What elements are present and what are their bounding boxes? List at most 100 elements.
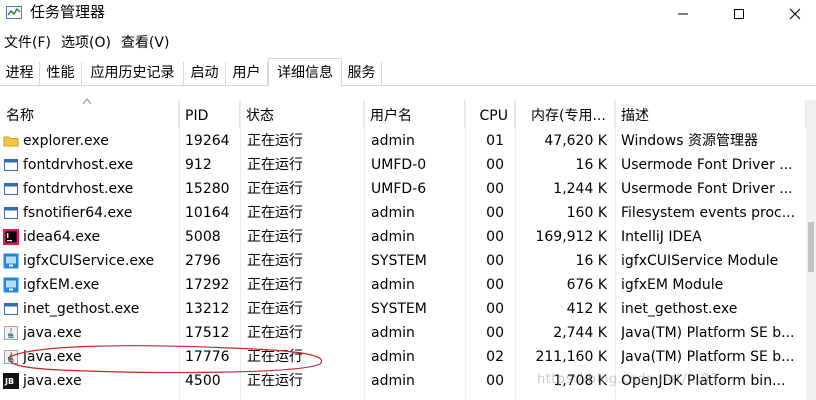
process-memory: 169,912 K <box>535 229 607 245</box>
tab-services[interactable]: 服务 <box>342 62 382 86</box>
process-status: 正在运行 <box>247 349 303 365</box>
menu-options[interactable]: 选项(O) <box>57 30 117 56</box>
column-header-status[interactable]: 状态 <box>240 100 364 128</box>
process-pid: 19264 <box>185 133 230 149</box>
process-description: Usermode Font Driver ... <box>621 181 793 197</box>
menu-file[interactable]: 文件(F) <box>0 30 57 56</box>
process-description: Usermode Font Driver ... <box>621 157 793 173</box>
process-list: explorer.exe 19264 正在运行 admin 01 47,620 … <box>0 129 806 393</box>
process-name: java.exe <box>23 349 82 365</box>
process-memory: 412 K <box>566 301 607 317</box>
process-user: UMFD-6 <box>371 181 427 197</box>
table-row[interactable]: igfxEM.exe 17292 正在运行 admin 00 676 K igf… <box>0 273 806 297</box>
process-name: java.exe <box>23 373 82 389</box>
process-description: IntelliJ IDEA <box>621 229 702 245</box>
process-name: igfxCUIService.exe <box>23 253 155 269</box>
process-user: admin <box>371 325 415 341</box>
table-row[interactable]: explorer.exe 19264 正在运行 admin 01 47,620 … <box>0 129 806 153</box>
process-name: explorer.exe <box>23 133 109 149</box>
close-icon <box>789 8 801 20</box>
process-user: UMFD-0 <box>371 157 427 173</box>
process-status: 正在运行 <box>247 133 303 149</box>
tab-startup[interactable]: 启动 <box>184 62 226 86</box>
process-status: 正在运行 <box>247 253 303 269</box>
vertical-scrollbar[interactable] <box>806 100 816 400</box>
menu-view[interactable]: 查看(V) <box>117 30 176 56</box>
process-status: 正在运行 <box>247 325 303 341</box>
details-column-header: 名称 PID 状态 用户名 CPU 内存(专用... 描述 <box>0 100 806 128</box>
table-row[interactable]: idea64.exe 5008 正在运行 admin 00 169,912 K … <box>0 225 806 249</box>
maximize-icon <box>734 9 744 19</box>
process-description: igfxCUIService Module <box>621 253 779 269</box>
scrollbar-thumb[interactable] <box>808 222 814 272</box>
column-header-memory[interactable]: 内存(专用... <box>515 100 615 128</box>
window-title: 任务管理器 <box>30 3 106 21</box>
column-header-cpu[interactable]: CPU <box>465 100 515 128</box>
process-cpu: 00 <box>486 229 504 245</box>
process-description: Java(TM) Platform SE b... <box>621 325 795 341</box>
process-status: 正在运行 <box>247 205 303 221</box>
process-memory: 676 K <box>566 277 607 293</box>
process-cpu: 00 <box>486 277 504 293</box>
process-description: Java(TM) Platform SE b... <box>621 349 795 365</box>
table-row[interactable]: java.exe 17776 正在运行 admin 02 211,160 K J… <box>0 345 806 369</box>
process-cpu: 00 <box>486 325 504 341</box>
tab-details[interactable]: 详细信息 <box>268 58 342 87</box>
intellij-icon <box>3 229 19 245</box>
table-row[interactable]: java.exe 17512 正在运行 admin 00 2,744 K Jav… <box>0 321 806 345</box>
process-status: 正在运行 <box>247 157 303 173</box>
column-header-description[interactable]: 描述 <box>615 100 806 128</box>
column-header-name[interactable]: 名称 <box>0 100 179 128</box>
maximize-button[interactable] <box>716 0 762 28</box>
table-row[interactable]: fontdrvhost.exe 15280 正在运行 UMFD-6 00 1,2… <box>0 177 806 201</box>
jdk-icon: JB <box>3 373 19 389</box>
process-pid: 17292 <box>185 277 230 293</box>
process-cpu: 00 <box>486 181 504 197</box>
process-user: admin <box>371 277 415 293</box>
minimize-button[interactable] <box>660 0 706 28</box>
close-button[interactable] <box>772 0 816 28</box>
minimize-icon <box>678 13 688 15</box>
column-header-pid[interactable]: PID <box>179 100 240 128</box>
process-pid: 5008 <box>185 229 221 245</box>
process-pid: 912 <box>185 157 212 173</box>
process-memory: 160 K <box>566 205 607 221</box>
table-row[interactable]: igfxCUIService.exe 2796 正在运行 SYSTEM 00 1… <box>0 249 806 273</box>
process-cpu: 00 <box>486 157 504 173</box>
table-row[interactable]: fsnotifier64.exe 10164 正在运行 admin 00 160… <box>0 201 806 225</box>
column-header-user[interactable]: 用户名 <box>364 100 465 128</box>
process-name: fontdrvhost.exe <box>23 181 134 197</box>
task-manager-icon <box>6 6 22 19</box>
tab-processes[interactable]: 进程 <box>0 62 40 86</box>
process-cpu: 00 <box>486 253 504 269</box>
tab-performance[interactable]: 性能 <box>40 62 82 86</box>
table-row[interactable]: fontdrvhost.exe 912 正在运行 UMFD-0 00 16 K … <box>0 153 806 177</box>
process-name: fontdrvhost.exe <box>23 157 134 173</box>
tab-users[interactable]: 用户 <box>226 62 268 86</box>
process-status: 正在运行 <box>247 301 303 317</box>
process-name: fsnotifier64.exe <box>23 205 133 221</box>
monitor-icon <box>3 277 19 293</box>
tab-bar: 进程 性能 应用历史记录 启动 用户 详细信息 服务 <box>0 58 816 87</box>
table-row[interactable]: inet_gethost.exe 13212 正在运行 SYSTEM 00 41… <box>0 297 806 321</box>
process-user: admin <box>371 373 415 389</box>
window-icon <box>4 207 18 219</box>
process-cpu: 02 <box>486 349 504 365</box>
process-memory: 16 K <box>575 253 607 269</box>
process-user: SYSTEM <box>371 301 427 317</box>
process-memory: 1,708 K <box>553 373 607 389</box>
process-memory: 16 K <box>575 157 607 173</box>
process-user: admin <box>371 349 415 365</box>
table-row[interactable]: JB java.exe 4500 正在运行 admin 00 1,708 K O… <box>0 369 806 393</box>
process-status: 正在运行 <box>247 229 303 245</box>
title-bar[interactable]: 任务管理器 <box>0 0 816 28</box>
process-memory: 47,620 K <box>544 133 607 149</box>
tab-app-history[interactable]: 应用历史记录 <box>82 62 184 86</box>
svg-text:JB: JB <box>4 377 14 386</box>
process-user: admin <box>371 133 415 149</box>
process-name: igfxEM.exe <box>23 277 100 293</box>
window-icon <box>4 183 18 195</box>
process-pid: 4500 <box>185 373 221 389</box>
process-description: OpenJDK Platform bin... <box>621 373 786 389</box>
process-cpu: 00 <box>486 205 504 221</box>
